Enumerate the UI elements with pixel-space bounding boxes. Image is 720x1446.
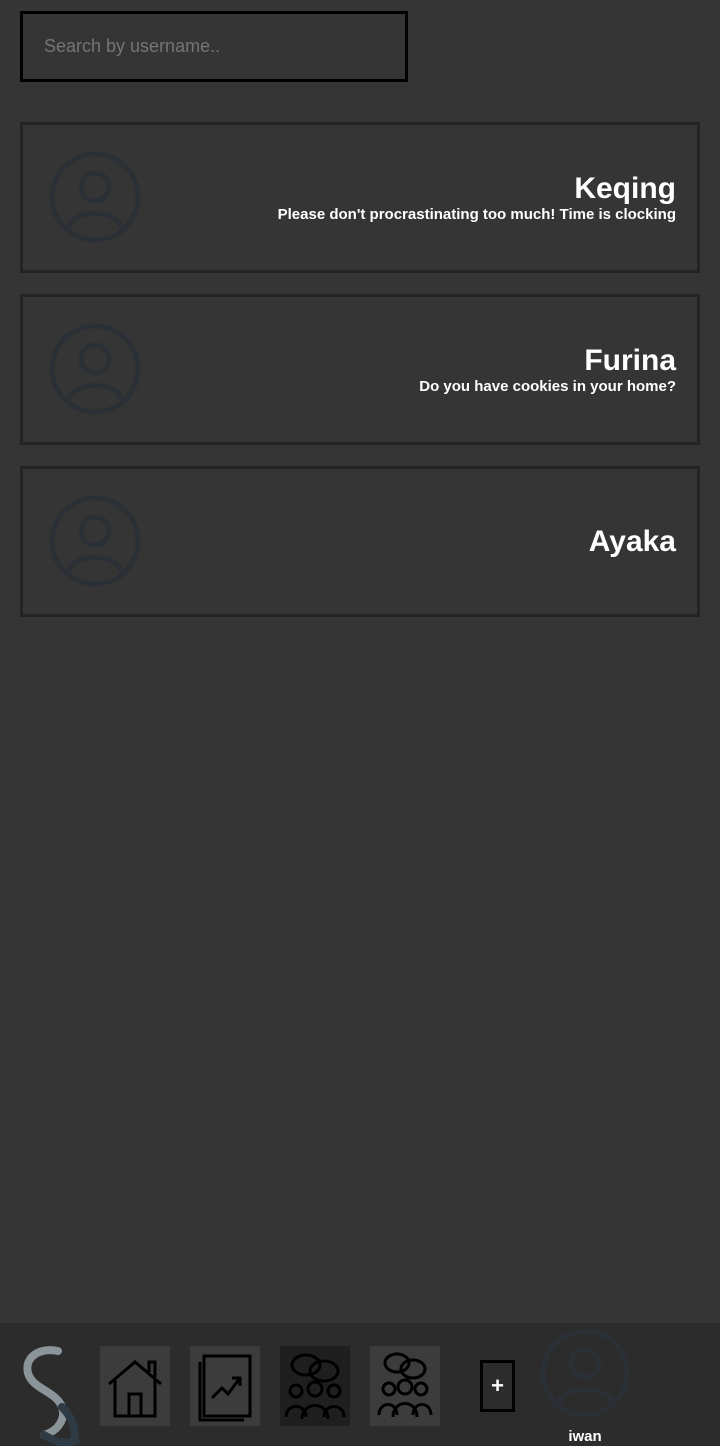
chat-item-text: Ayaka bbox=[589, 469, 676, 614]
chat-item-name: Ayaka bbox=[588, 524, 676, 558]
chat-list: Keqing Please don't procrastinating too … bbox=[20, 122, 700, 638]
chat-item-last-message: Please don't procrastinating too much! T… bbox=[277, 205, 676, 223]
add-button[interactable]: + bbox=[480, 1360, 515, 1412]
home-icon bbox=[108, 1360, 162, 1418]
chat-item-name: Keqing bbox=[574, 171, 676, 205]
chat-item-keqing[interactable]: Keqing Please don't procrastinating too … bbox=[20, 122, 700, 273]
nav-chat-button[interactable] bbox=[280, 1346, 350, 1426]
avatar-icon bbox=[49, 323, 141, 415]
search-input[interactable] bbox=[23, 14, 405, 79]
nav-home-button[interactable] bbox=[100, 1346, 170, 1426]
user-avatar-icon bbox=[540, 1328, 630, 1418]
chat-item-ayaka[interactable]: Ayaka bbox=[20, 466, 700, 617]
profile-button[interactable]: iwan bbox=[540, 1328, 630, 1446]
chat-list-page: Keqing Please don't procrastinating too … bbox=[0, 0, 720, 1446]
bottom-nav: + iwan bbox=[0, 1323, 720, 1446]
add-button-label: + bbox=[491, 1373, 504, 1398]
chat-item-name: Furina bbox=[584, 343, 676, 377]
avatar-icon bbox=[49, 495, 141, 587]
profile-username: iwan bbox=[568, 1428, 602, 1445]
trending-chart-icon bbox=[198, 1354, 252, 1422]
chat-item-text: Keqing Please don't procrastinating too … bbox=[278, 125, 676, 270]
search-box[interactable] bbox=[20, 11, 408, 82]
chat-item-furina[interactable]: Furina Do you have cookies in your home? bbox=[20, 294, 700, 445]
avatar-icon bbox=[49, 151, 141, 243]
app-logo-icon bbox=[23, 1346, 80, 1446]
group-chat-icon bbox=[284, 1353, 346, 1420]
chat-item-last-message: Do you have cookies in your home? bbox=[419, 377, 676, 395]
nav-stats-button[interactable] bbox=[190, 1346, 260, 1426]
chat-item-text: Furina Do you have cookies in your home? bbox=[419, 297, 676, 442]
community-icon bbox=[377, 1352, 433, 1418]
nav-community-button[interactable] bbox=[370, 1346, 440, 1426]
